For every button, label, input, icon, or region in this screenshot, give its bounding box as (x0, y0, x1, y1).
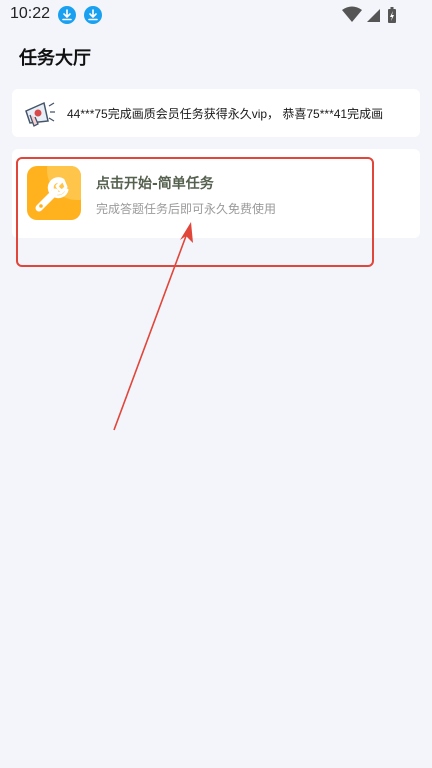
annotation-arrow (113, 222, 193, 431)
